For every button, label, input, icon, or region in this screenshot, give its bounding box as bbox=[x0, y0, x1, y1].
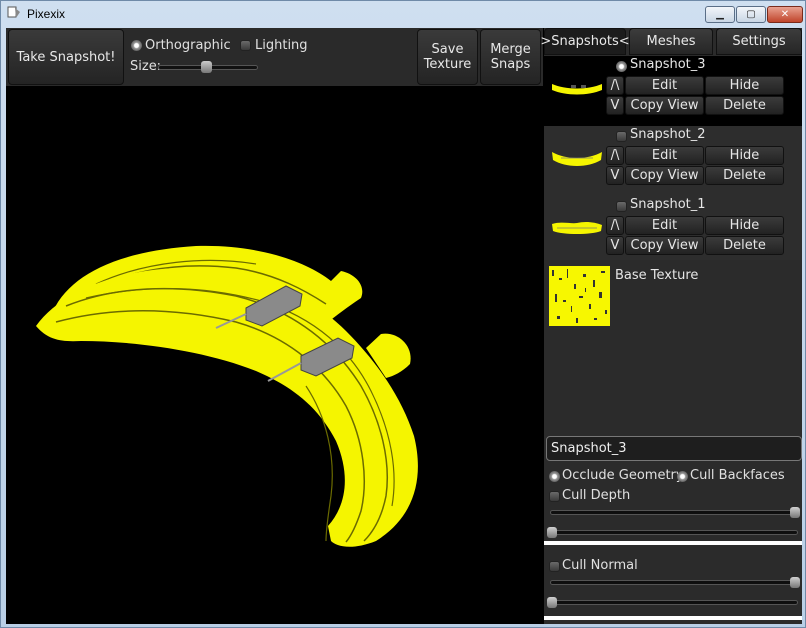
edit-button[interactable]: Edit bbox=[625, 146, 704, 165]
cull-depth-max-slider[interactable] bbox=[550, 510, 798, 515]
delete-button[interactable]: Delete bbox=[705, 96, 784, 115]
base-texture-thumbnail[interactable] bbox=[549, 266, 610, 326]
snapshot-select-checkbox[interactable] bbox=[616, 131, 627, 142]
cull-normal-checkbox[interactable] bbox=[549, 561, 560, 572]
side-panel: >Snapshots< Meshes Settings Snapshot_3 /… bbox=[540, 28, 802, 624]
occlude-geometry-checkbox[interactable] bbox=[549, 471, 560, 482]
client-area: Take Snapshot! Orthographic Lighting Siz… bbox=[6, 28, 802, 624]
minimize-button[interactable]: ▁ bbox=[705, 6, 735, 23]
hide-button[interactable]: Hide bbox=[705, 216, 784, 235]
app-window: Pixexix ▁ ▢ ✕ Take Snapshot! Orthographi… bbox=[0, 0, 806, 628]
close-button[interactable]: ✕ bbox=[767, 6, 803, 23]
snapshot-thumbnail bbox=[552, 221, 602, 234]
take-snapshot-button[interactable]: Take Snapshot! bbox=[8, 29, 124, 85]
tab-settings[interactable]: Settings bbox=[716, 28, 802, 55]
cull-normal-min-slider[interactable] bbox=[550, 600, 798, 605]
toolbar: Take Snapshot! Orthographic Lighting Siz… bbox=[6, 28, 543, 86]
lighting-label[interactable]: Lighting bbox=[255, 38, 308, 53]
cull-depth-min-slider[interactable] bbox=[550, 530, 798, 535]
snapshot-name: Snapshot_2 bbox=[630, 127, 706, 142]
cull-normal-max-slider[interactable] bbox=[550, 580, 798, 585]
snapshot-item[interactable]: Snapshot_1 /\ V Edit Hide Copy View Dele… bbox=[544, 196, 802, 266]
divider bbox=[544, 616, 802, 620]
cull-depth-min-thumb[interactable] bbox=[547, 527, 557, 538]
divider bbox=[544, 541, 802, 545]
delete-button[interactable]: Delete bbox=[705, 236, 784, 255]
window-title: Pixexix bbox=[27, 7, 66, 21]
orthographic-label[interactable]: Orthographic bbox=[145, 38, 231, 53]
cull-backfaces-checkbox[interactable] bbox=[677, 471, 688, 482]
move-up-button[interactable]: /\ bbox=[606, 146, 624, 165]
cull-normal-min-thumb[interactable] bbox=[547, 597, 557, 608]
cull-backfaces-label[interactable]: Cull Backfaces bbox=[690, 468, 785, 483]
snapshot-select-radio[interactable] bbox=[616, 61, 627, 72]
cull-normal-label[interactable]: Cull Normal bbox=[562, 558, 638, 573]
move-up-button[interactable]: /\ bbox=[606, 216, 624, 235]
edit-button[interactable]: Edit bbox=[625, 76, 704, 95]
tab-snapshots[interactable]: >Snapshots< bbox=[540, 28, 630, 55]
size-label: Size: bbox=[130, 59, 162, 74]
cull-depth-checkbox[interactable] bbox=[549, 491, 560, 502]
snapshot-select-checkbox[interactable] bbox=[616, 201, 627, 212]
size-slider-thumb[interactable] bbox=[201, 61, 212, 73]
snapshot-item[interactable]: Snapshot_3 /\ V Edit Hide Copy View Dele… bbox=[544, 56, 802, 126]
merge-snaps-button[interactable]: Merge Snaps bbox=[480, 29, 541, 85]
snapshot-name: Snapshot_1 bbox=[630, 197, 706, 212]
base-texture-label: Base Texture bbox=[615, 268, 699, 283]
snapshot-item[interactable]: Snapshot_2 /\ V Edit Hide Copy View Dele… bbox=[544, 126, 802, 196]
3d-viewport[interactable] bbox=[6, 86, 543, 624]
snapshot-thumbnail bbox=[552, 152, 602, 166]
banana-model bbox=[36, 245, 418, 547]
occlude-geometry-label[interactable]: Occlude Geometry bbox=[562, 468, 684, 483]
snapshot-list: Snapshot_3 /\ V Edit Hide Copy View Dele… bbox=[544, 56, 802, 260]
save-texture-button[interactable]: Save Texture bbox=[417, 29, 478, 85]
cull-normal-max-thumb[interactable] bbox=[790, 577, 800, 588]
snapshot-name-field[interactable] bbox=[546, 436, 802, 461]
orthographic-radio[interactable] bbox=[131, 40, 142, 51]
move-down-button[interactable]: V bbox=[606, 96, 624, 115]
hide-button[interactable]: Hide bbox=[705, 146, 784, 165]
title-bar[interactable]: Pixexix ▁ ▢ ✕ bbox=[1, 1, 805, 27]
delete-button[interactable]: Delete bbox=[705, 166, 784, 185]
move-down-button[interactable]: V bbox=[606, 236, 624, 255]
tab-meshes[interactable]: Meshes bbox=[629, 28, 713, 55]
cull-depth-label[interactable]: Cull Depth bbox=[562, 488, 630, 503]
texture-pattern bbox=[549, 266, 610, 326]
copy-view-button[interactable]: Copy View bbox=[625, 236, 704, 255]
maximize-button[interactable]: ▢ bbox=[736, 6, 766, 23]
lighting-checkbox[interactable] bbox=[240, 40, 251, 51]
move-down-button[interactable]: V bbox=[606, 166, 624, 185]
edit-button[interactable]: Edit bbox=[625, 216, 704, 235]
snapshot-thumbnail bbox=[552, 84, 602, 95]
snapshot-name: Snapshot_3 bbox=[630, 57, 706, 72]
hide-button[interactable]: Hide bbox=[705, 76, 784, 95]
move-up-button[interactable]: /\ bbox=[606, 76, 624, 95]
cull-depth-max-thumb[interactable] bbox=[790, 507, 800, 518]
copy-view-button[interactable]: Copy View bbox=[625, 96, 704, 115]
app-icon bbox=[7, 6, 20, 18]
copy-view-button[interactable]: Copy View bbox=[625, 166, 704, 185]
